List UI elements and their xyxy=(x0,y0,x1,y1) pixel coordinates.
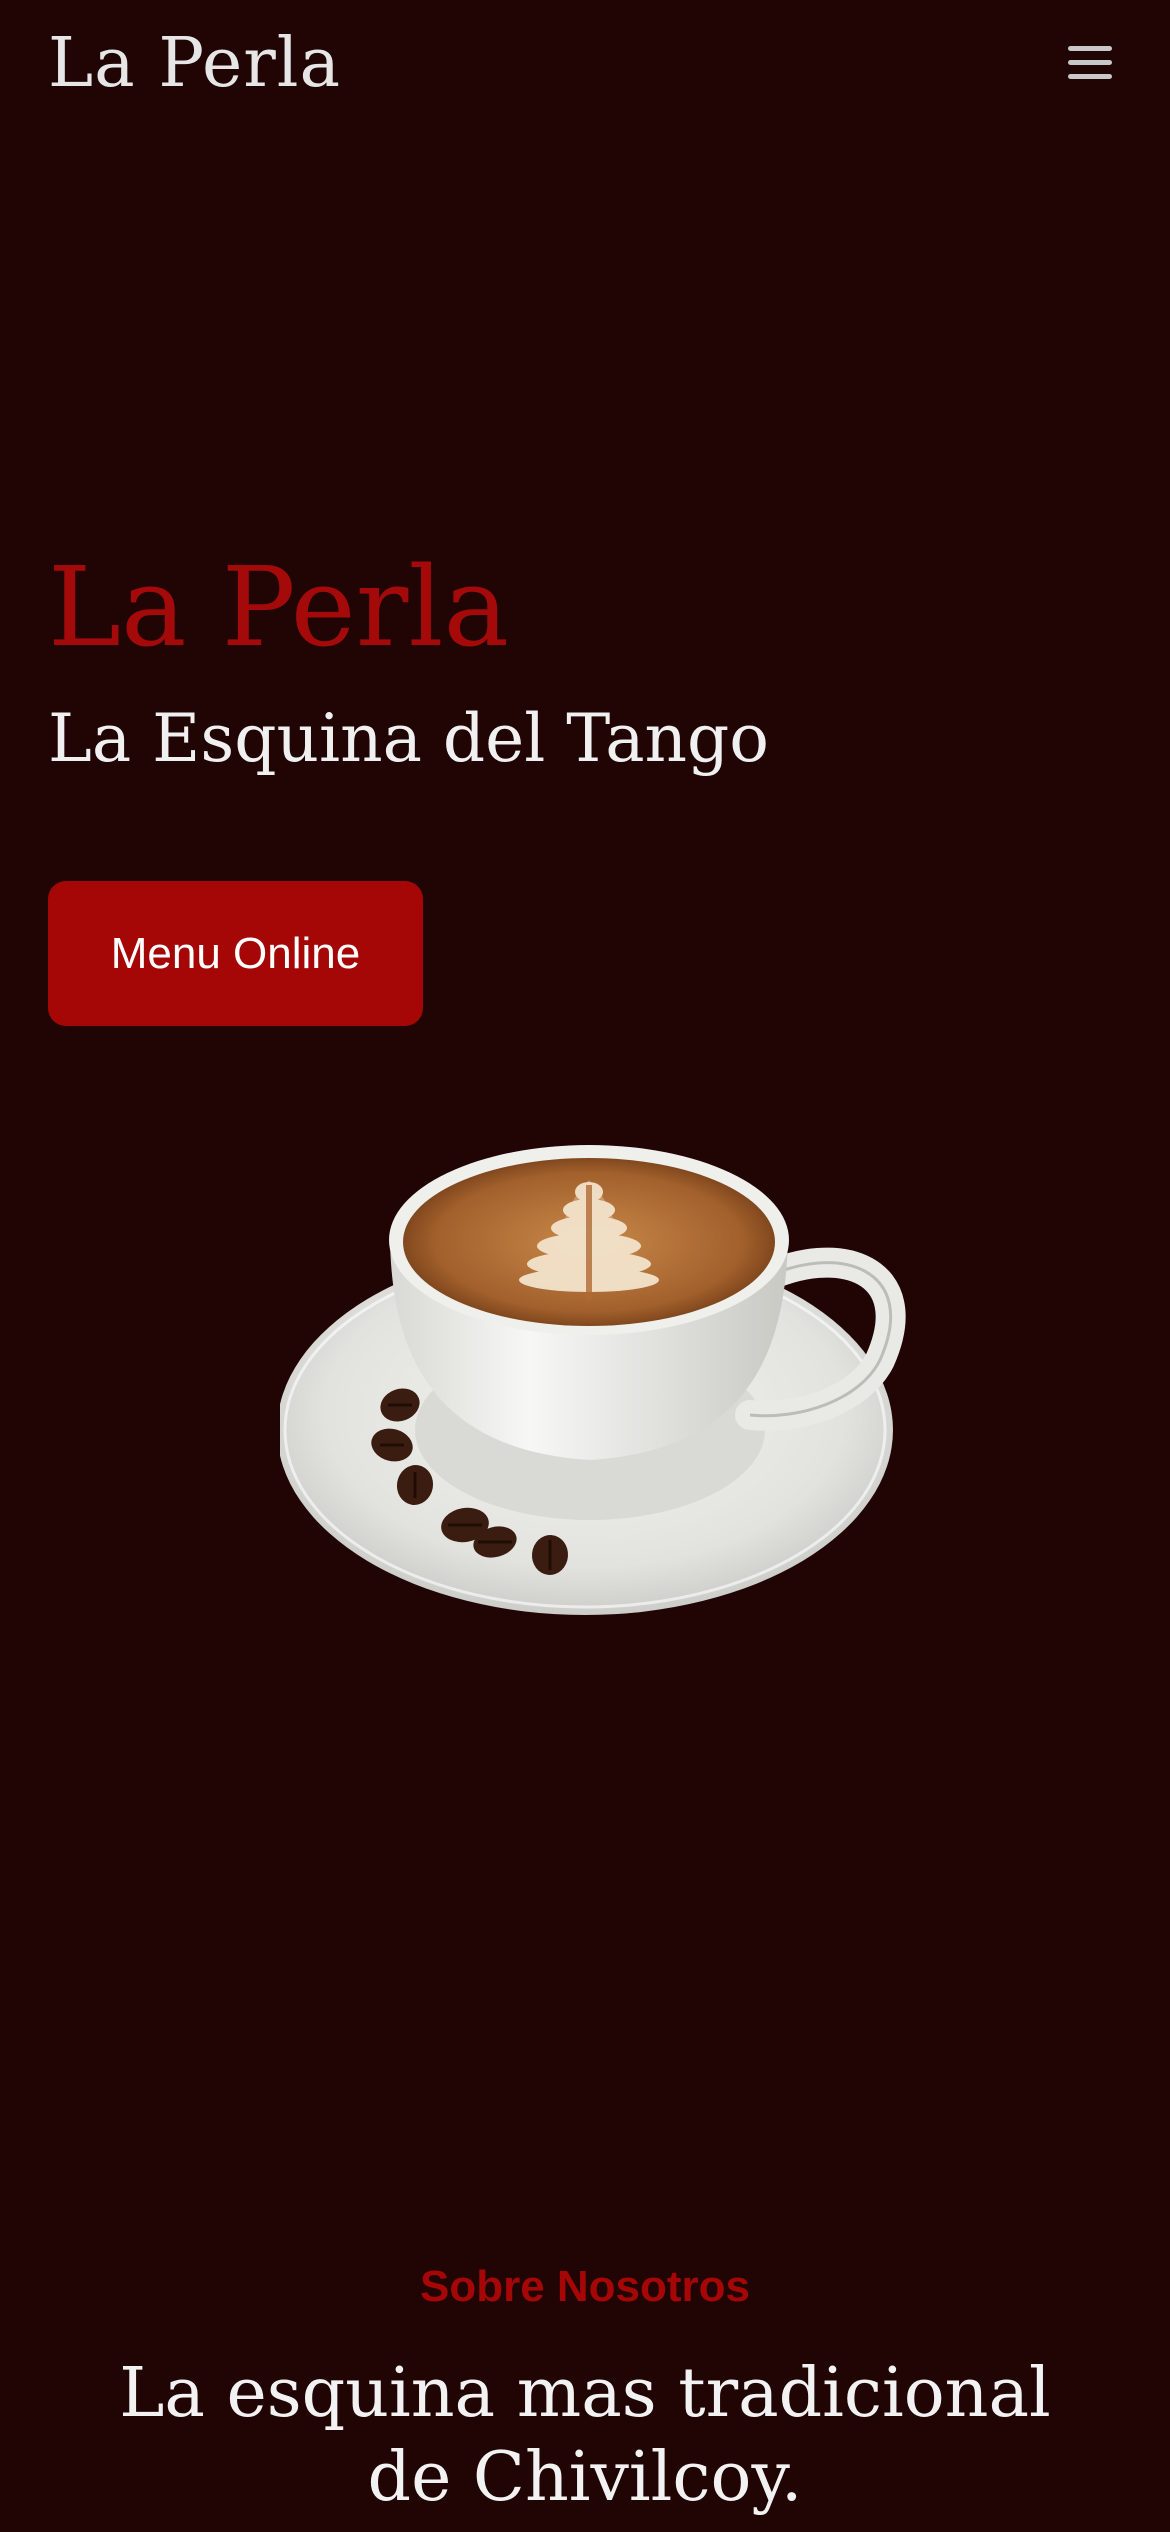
menu-bar xyxy=(1068,74,1112,79)
about-heading-line: La esquina mas tradicional xyxy=(119,2354,1051,2433)
about-section-label: Sobre Nosotros xyxy=(419,2262,751,2311)
about-heading-line: de Chivilcoy. xyxy=(367,2438,803,2517)
menu-bar xyxy=(1068,46,1112,51)
menu-bar xyxy=(1068,60,1112,65)
menu-online-button[interactable]: Menu Online xyxy=(48,881,423,1026)
hero-title: La Perla xyxy=(48,543,510,671)
hero-subtitle: La Esquina del Tango xyxy=(48,700,770,777)
brand-logo-text[interactable]: La Perla xyxy=(48,30,341,98)
coffee-cup-image xyxy=(280,1145,906,1615)
hamburger-menu-icon[interactable] xyxy=(1068,46,1112,82)
top-header: La Perla xyxy=(0,0,1170,150)
about-section-heading: La esquina mas tradicional de Chivilcoy. xyxy=(0,2352,1170,2520)
